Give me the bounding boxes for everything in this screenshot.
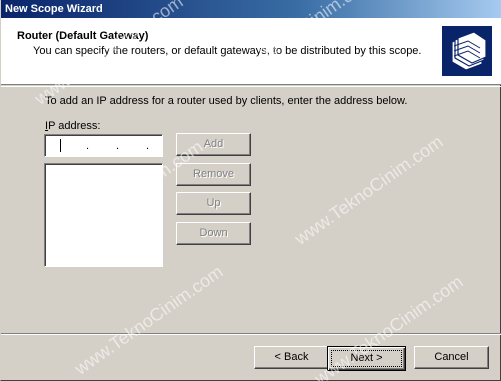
remove-button[interactable]: Remove [176,163,251,186]
wizard-window: New Scope Wizard Router (Default Gateway… [0,0,501,381]
add-button[interactable]: Add [176,133,251,156]
focus-rectangle [331,350,402,367]
instruction-text: To add an IP address for a router used b… [45,95,408,107]
router-address-list[interactable] [44,163,163,267]
down-button[interactable]: Down [176,222,251,245]
page-title: Router (Default Gateway) [17,30,149,42]
ip-octet-separator: . [86,140,90,152]
text-caret [60,139,61,152]
footer-divider [1,333,501,335]
window-title: New Scope Wizard [5,3,103,15]
ip-address-input[interactable]: . . . [44,134,163,157]
watermark-text: www.TeknoCinim.com [70,261,227,379]
ip-address-label: IP address: [45,120,100,132]
folder-stack-icon [442,26,492,76]
watermark-text: www.TeknoCinim.com [290,131,447,249]
title-bar[interactable]: New Scope Wizard [1,0,501,18]
back-button[interactable]: < Back [254,346,329,369]
cancel-button[interactable]: Cancel [414,346,489,369]
up-button[interactable]: Up [176,192,251,215]
ip-octet-separator: . [116,140,120,152]
page-subtitle: You can specify the routers, or default … [33,45,422,57]
header-divider [1,86,501,87]
next-button[interactable]: Next > [327,346,406,371]
ip-label-text: P address: [48,120,101,132]
ip-octet-separator: . [146,140,150,152]
wizard-header: Router (Default Gateway) You can specify… [1,18,501,85]
